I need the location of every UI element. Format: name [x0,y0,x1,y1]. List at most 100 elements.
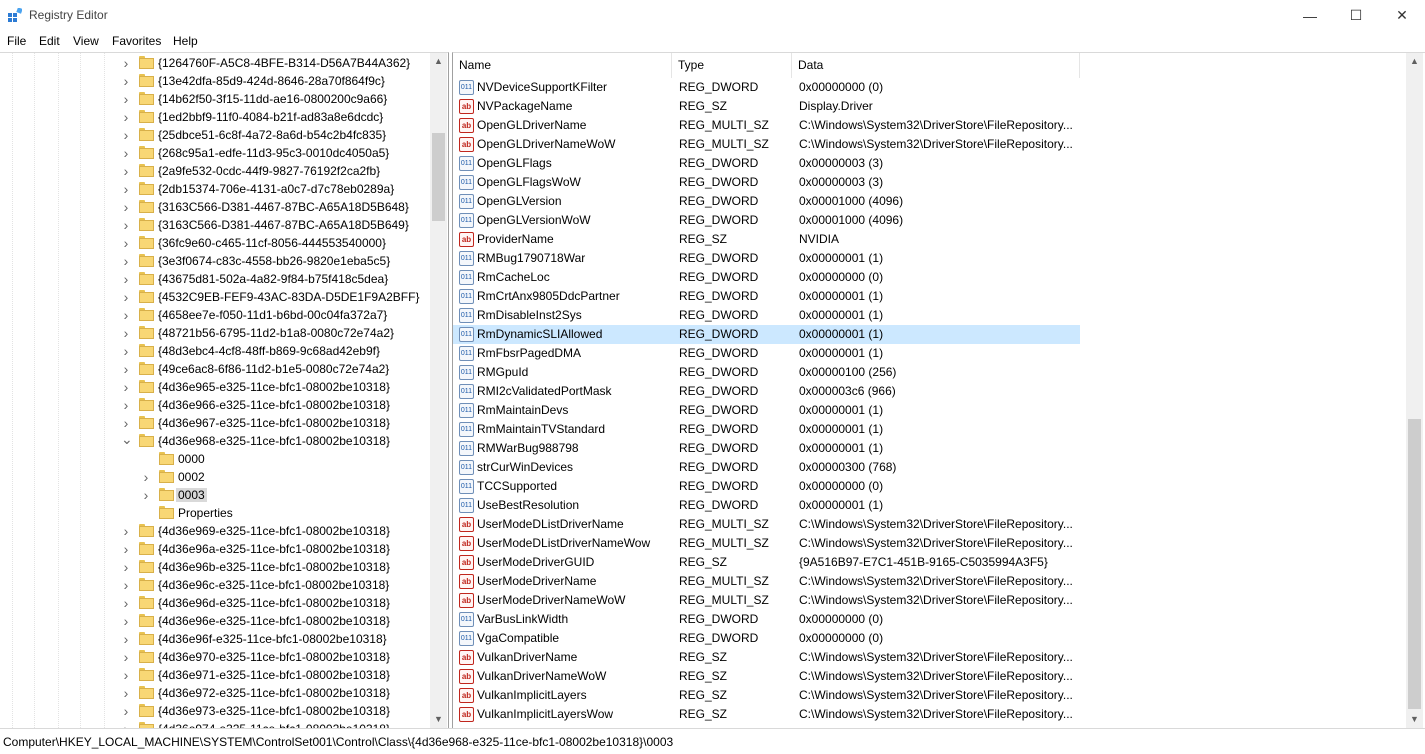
value-row[interactable]: 011 RMWarBug988798 REG_DWORD 0x00000001 (1) [453,439,1080,458]
chevron-right-icon[interactable]: › [121,271,131,287]
tree-item[interactable]: › {43675d81-502a-4a82-9f84-b75f418c5dea} [0,270,428,288]
value-row[interactable]: 011 RmFbsrPagedDMA REG_DWORD 0x00000001 (1) [453,344,1080,363]
value-row[interactable]: 011 OpenGLFlags REG_DWORD 0x00000003 (3) [453,154,1080,173]
chevron-right-icon[interactable]: › [121,703,131,719]
value-row[interactable]: ab UserModeDriverName REG_MULTI_SZ C:\Windo… [453,572,1080,591]
chevron-down-icon[interactable]: ⌄ [121,432,133,449]
menu-favorites[interactable]: Favorites [112,34,161,48]
chevron-right-icon[interactable]: › [121,145,131,161]
value-row[interactable]: ab UserModeDriverNameWoW REG_MULTI_SZ C:\Wi… [453,591,1080,610]
minimize-button[interactable]: — [1287,0,1333,31]
tree-item[interactable]: › {36fc9e60-c465-11cf-8056-444553540000} [0,234,428,252]
tree-item[interactable]: › {48721b56-6795-11d2-b1a8-0080c72e74a2} [0,324,428,342]
value-row[interactable]: 011 UseBestResolution REG_DWORD 0x00000001 … [453,496,1080,515]
close-button[interactable]: ✕ [1379,0,1425,31]
value-row[interactable]: ab VulkanDriverName REG_SZ C:\Windows\Syste… [453,648,1080,667]
chevron-right-icon[interactable]: › [121,55,131,71]
tree-item[interactable]: › {4658ee7e-f050-11d1-b6bd-00c04fa372a7} [0,306,428,324]
tree-item[interactable]: › {4d36e96c-e325-11ce-bfc1-08002be10318} [0,576,428,594]
maximize-button[interactable]: ☐ [1333,0,1379,31]
values-scroll-down-arrow-icon[interactable]: ▼ [1406,711,1423,728]
chevron-right-icon[interactable]: › [121,361,131,377]
chevron-right-icon[interactable]: › [121,649,131,665]
chevron-right-icon[interactable]: › [121,559,131,575]
chevron-right-icon[interactable]: › [121,379,131,395]
chevron-right-icon[interactable]: › [121,541,131,557]
tree-item[interactable]: › {2a9fe532-0cdc-44f9-9827-76192f2ca2fb} [0,162,428,180]
menu-view[interactable]: View [73,34,99,48]
tree-scroll-thumb[interactable] [432,133,445,221]
value-row[interactable]: ab VulkanImplicitLayersWow REG_SZ C:\Window… [453,705,1080,724]
tree-item[interactable]: › {4d36e96e-e325-11ce-bfc1-08002be10318} [0,612,428,630]
chevron-right-icon[interactable]: › [121,253,131,269]
scroll-up-arrow-icon[interactable]: ▲ [430,53,447,70]
values-scroll-up-arrow-icon[interactable]: ▲ [1406,53,1423,70]
chevron-right-icon[interactable]: › [121,199,131,215]
tree-item[interactable]: › {1264760F-A5C8-4BFE-B314-D56A7B44A362} [0,54,428,72]
value-row[interactable]: ab VulkanImplicitLayers REG_SZ C:\Windows\S… [453,686,1080,705]
tree-item[interactable]: › {4d36e969-e325-11ce-bfc1-08002be10318} [0,522,428,540]
chevron-right-icon[interactable]: › [121,613,131,629]
value-row[interactable]: ab UserModeDriverGUID REG_SZ {9A516B97-E7C1… [453,553,1080,572]
chevron-right-icon[interactable]: › [121,289,131,305]
chevron-right-icon[interactable]: › [121,73,131,89]
values-pane[interactable]: Name Type Data 011 NVDeviceSupportKFilter… [452,52,1425,728]
chevron-right-icon[interactable]: › [121,631,131,647]
tree-item[interactable]: › {4d36e970-e325-11ce-bfc1-08002be10318} [0,648,428,666]
tree-item[interactable]: › {1ed2bbf9-11f0-4084-b21f-ad83a8e6dcdc} [0,108,428,126]
chevron-right-icon[interactable]: › [121,235,131,251]
tree-item[interactable]: › {268c95a1-edfe-11d3-95c3-0010dc4050a5} [0,144,428,162]
tree-item[interactable]: ›{4d36e974-e325-11ce-bfc1-08002be10318} [0,720,428,728]
value-row[interactable]: ab VulkanDriverNameWoW REG_SZ C:\Windows\Sy… [453,667,1080,686]
menu-file[interactable]: File [7,34,26,48]
value-row[interactable]: 011 VarBusLinkWidth REG_DWORD 0x00000000 (0… [453,610,1080,629]
tree-item[interactable]: › {49ce6ac8-6f86-11d2-b1e5-0080c72e74a2} [0,360,428,378]
menu-help[interactable]: Help [173,34,198,48]
tree-item[interactable]: › {48d3ebc4-4cf8-48ff-b869-9c68ad42eb9f} [0,342,428,360]
chevron-right-icon[interactable]: › [121,325,131,341]
scroll-down-arrow-icon[interactable]: ▼ [430,711,447,728]
chevron-right-icon[interactable]: › [141,469,151,485]
value-row[interactable]: 011 VgaCompatible REG_DWORD 0x00000000 (0) [453,629,1080,648]
chevron-right-icon[interactable]: › [141,487,151,503]
chevron-right-icon[interactable]: › [121,109,131,125]
chevron-right-icon[interactable]: › [121,163,131,179]
value-row[interactable]: 011 OpenGLVersion REG_DWORD 0x00001000 (409… [453,192,1080,211]
value-row[interactable]: 011 RmDisableInst2Sys REG_DWORD 0x00000001 … [453,306,1080,325]
tree-item[interactable]: › {13e42dfa-85d9-424d-8646-28a70f864f9c} [0,72,428,90]
tree-item[interactable]: › {4d36e96a-e325-11ce-bfc1-08002be10318} [0,540,428,558]
chevron-right-icon[interactable]: › [121,181,131,197]
key-tree-pane[interactable]: › {1264760F-A5C8-4BFE-B314-D56A7B44A362} ›… [0,52,449,728]
tree-item[interactable]: › {3163C566-D381-4467-87BC-A65A18D5B648} [0,198,428,216]
tree-item[interactable]: › {14b62f50-3f15-11dd-ae16-0800200c9a66} [0,90,428,108]
tree-item[interactable]: › {4532C9EB-FEF9-43AC-83DA-D5DE1F9A2BFF} [0,288,428,306]
tree-item[interactable]: › {3e3f0674-c83c-4558-bb26-9820e1eba5c5} [0,252,428,270]
tree-item[interactable]: › {4d36e96f-e325-11ce-bfc1-08002be10318} [0,630,428,648]
value-row[interactable]: 011 TCCSupported REG_DWORD 0x00000000 (0) [453,477,1080,496]
value-row[interactable]: 011 RMBug1790718War REG_DWORD 0x00000001 (1… [453,249,1080,268]
tree-item[interactable]: › {4d36e971-e325-11ce-bfc1-08002be10318} [0,666,428,684]
chevron-right-icon[interactable]: › [121,217,131,233]
tree-item[interactable]: › 0002 [0,468,428,486]
tree-item[interactable]: › {4d36e966-e325-11ce-bfc1-08002be10318} [0,396,428,414]
chevron-right-icon[interactable]: › [121,577,131,593]
chevron-right-icon[interactable]: › [121,523,131,539]
value-row[interactable]: ab OpenGLDriverNameWoW REG_MULTI_SZ C:\Wind… [453,135,1080,154]
chevron-right-icon[interactable]: › [121,307,131,323]
tree-item[interactable]: › {4d36e972-e325-11ce-bfc1-08002be10318} [0,684,428,702]
values-scroll-thumb[interactable] [1408,419,1421,709]
value-row[interactable]: 011 RmDynamicSLIAllowed REG_DWORD 0x0000000… [453,325,1080,344]
chevron-right-icon[interactable]: › [121,721,131,728]
value-row[interactable]: 011 strCurWinDevices REG_DWORD 0x00000300 (… [453,458,1080,477]
column-header-type[interactable]: Type [672,53,792,78]
menu-edit[interactable]: Edit [39,34,60,48]
tree-item[interactable]: › 0003 [0,486,428,504]
chevron-right-icon[interactable]: › [121,595,131,611]
value-row[interactable]: 011 RmCrtAnx9805DdcPartner REG_DWORD 0x0000… [453,287,1080,306]
chevron-right-icon[interactable]: › [121,667,131,683]
value-row[interactable]: ab ProviderName REG_SZ NVIDIA [453,230,1080,249]
tree-item[interactable]: › {25dbce51-6c8f-4a72-8a6d-b54c2b4fc835} [0,126,428,144]
tree-item[interactable]: 0000 [0,450,428,468]
value-row[interactable]: ab UserModeDListDriverNameWow REG_MULTI_SZ… [453,534,1080,553]
tree-item[interactable]: › {4d36e965-e325-11ce-bfc1-08002be10318} [0,378,428,396]
